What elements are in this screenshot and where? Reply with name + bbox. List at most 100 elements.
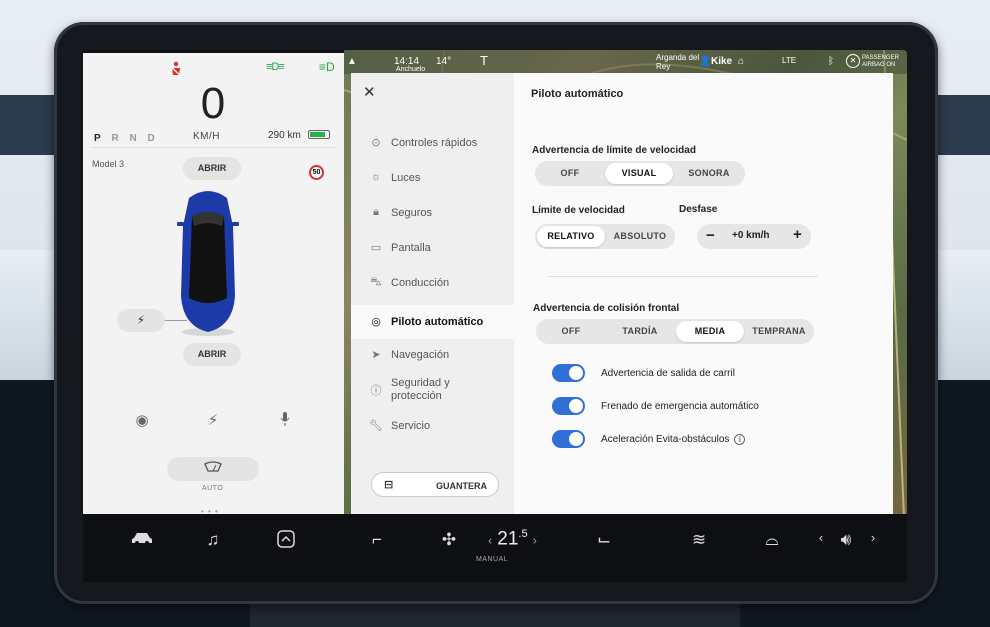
rear-defrost-icon[interactable]: ≋ [686, 530, 712, 550]
emergency-braking-label: Frenado de emergencia automático [601, 401, 759, 412]
outside-temperature: 14° [436, 56, 452, 67]
clock-location: Anchuelo [396, 66, 426, 73]
speed-limit-label: Límite de velocidad [532, 205, 625, 216]
open-trunk-button[interactable]: ABRIR [183, 343, 241, 366]
open-frunk-button[interactable]: ABRIR [183, 157, 241, 180]
lte-signal: LTE [782, 56, 797, 65]
offset-value: +0 km/h [732, 230, 770, 241]
charge-port-button[interactable]: ⚡ [117, 309, 165, 332]
autopilot-settings: Piloto automático Advertencia de límite … [514, 73, 893, 514]
app-launcher-icon[interactable] [273, 530, 299, 553]
divider [91, 147, 336, 148]
divider [548, 276, 818, 277]
range-value: 290 km [268, 130, 301, 141]
sidebar-item-service[interactable]: 🔧︎ Servicio [351, 411, 514, 441]
lock-icon: 🔒︎ [373, 206, 379, 218]
sidebar-item-quick-controls[interactable]: ⊙ Controles rápidos [351, 128, 514, 158]
driver-seat-heater-icon[interactable]: ⌐ [364, 530, 390, 550]
lane-departure-toggle[interactable] [552, 364, 585, 382]
passenger-seat-heater-icon[interactable]: ⌙ [591, 530, 617, 550]
sidebar-item-label: Seguridad y protección [391, 377, 450, 402]
lightning-icon[interactable]: ⚡ [203, 411, 223, 429]
speed-warning-option-sonora[interactable]: SONORA [675, 163, 743, 184]
glovebox-button[interactable]: ⊟ GUANTERA [371, 472, 499, 497]
temperature-down-icon[interactable]: ‹ [488, 533, 492, 547]
sidebar-item-label: Luces [391, 172, 421, 184]
offset-stepper: − +0 km/h + [697, 224, 811, 249]
obstacle-acceleration-toggle[interactable] [552, 430, 585, 448]
status-bar: ▲ 14:14 Anchuelo 14° T Arganda del Rey 👤… [344, 50, 907, 74]
speed-limit-sign: 50 [309, 165, 324, 180]
close-icon[interactable]: ✕ [363, 83, 376, 101]
fan-icon[interactable]: ✣ [436, 530, 462, 550]
decrease-offset-button[interactable]: − [706, 227, 715, 244]
music-icon[interactable]: ♫ [200, 530, 226, 550]
obstacle-acceleration-label: Aceleración Evita-obstáculos [601, 434, 730, 445]
collision-option-off[interactable]: OFF [538, 321, 604, 342]
speed-warning-option-off[interactable]: OFF [537, 163, 603, 184]
tesla-logo-icon[interactable]: T [480, 53, 488, 68]
sidebar-item-label: Controles rápidos [391, 137, 478, 149]
speed-limit-selector: RELATIVO ABSOLUTO [535, 224, 675, 249]
sidebar-item-lights[interactable]: ☼ Luces [351, 163, 514, 193]
driver-profile-icon[interactable]: 👤 [699, 56, 711, 67]
temperature-control[interactable]: ‹ 21.5 › [488, 528, 537, 550]
front-defrost-icon[interactable]: ⌓ [759, 530, 785, 550]
car-controls-icon[interactable] [129, 530, 155, 550]
passenger-airbag-status: PASSENGER AIRBAG ON [862, 55, 899, 68]
wiper-mode-label: AUTO [202, 485, 224, 492]
battery-icon [308, 130, 330, 139]
sidebar-item-label: Seguros [391, 207, 432, 219]
sidebar-item-locks[interactable]: 🔒︎ Seguros [351, 198, 514, 228]
gear-park: P [94, 133, 105, 144]
sidebar-item-driving[interactable]: ⛍ Conducción [351, 268, 514, 298]
obstacle-acceleration-row: Aceleración Evita-obstáculos i [601, 434, 746, 445]
glovebox-label: GUANTERA [436, 481, 487, 491]
sidebar-item-safety[interactable]: ⓘ Seguridad y protección [351, 374, 481, 404]
fog-lights-icon: ≡D≡ [266, 61, 285, 73]
info-icon[interactable]: i [734, 434, 746, 445]
glovebox-icon: ⊟ [384, 479, 394, 491]
touchscreen: ≡D≡ ≡D 0 KM/H P R N D 290 km Model 3 ABR… [83, 50, 907, 582]
increase-offset-button[interactable]: + [793, 226, 802, 243]
wrench-icon: 🔧︎ [369, 420, 383, 432]
speed-warning-selector: OFF VISUAL SONORA [535, 161, 745, 186]
sidebar-item-label: Piloto automático [391, 316, 484, 328]
camera-icon[interactable]: ◉ [132, 411, 152, 429]
page-title: Piloto automático [531, 88, 624, 100]
collision-option-late[interactable]: TARDÍA [606, 321, 674, 342]
speed-limit-option-relative[interactable]: RELATIVO [537, 226, 605, 247]
settings-modal: ✕ ⊙ Controles rápidos ☼ Luces 🔒︎ Seguros… [351, 73, 893, 514]
collision-option-early[interactable]: TEMPRANA [746, 321, 812, 342]
home-icon[interactable]: ⌂ [738, 56, 744, 67]
speed-unit: KM/H [193, 131, 220, 142]
microphone-icon[interactable] [275, 411, 295, 431]
lane-departure-label: Advertencia de salida de carril [601, 368, 735, 379]
speed-warning-option-visual[interactable]: VISUAL [605, 163, 673, 184]
sidebar-item-autopilot[interactable]: ◎ Piloto automático [351, 305, 514, 339]
volume-down-icon[interactable]: ‹ [808, 530, 834, 545]
speed-limit-option-absolute[interactable]: ABSOLUTO [607, 226, 673, 247]
emergency-braking-toggle[interactable] [552, 397, 585, 415]
charge-port-line [165, 320, 187, 321]
seatbelt-warning-icon [169, 61, 183, 77]
location-label: Arganda del Rey [656, 53, 700, 71]
sidebar-item-label: Navegación [391, 349, 450, 361]
collision-option-medium[interactable]: MEDIA [676, 321, 744, 342]
collision-warning-selector: OFF TARDÍA MEDIA TEMPRANA [536, 319, 814, 344]
temperature-up-icon[interactable]: › [533, 533, 537, 547]
light-icon: ☼ [370, 171, 382, 183]
sidebar-item-navigation[interactable]: ➤ Navegación [351, 340, 514, 370]
volume-icon[interactable]: 🔊︎ [833, 530, 859, 550]
sidebar-item-display[interactable]: ▭ Pantalla [351, 233, 514, 263]
collision-warning-label: Advertencia de colisión frontal [533, 303, 680, 314]
screen-stand [250, 600, 740, 627]
wiper-button[interactable] [167, 457, 259, 481]
gear-selector: P R N D [94, 133, 159, 144]
settings-sidebar: ✕ ⊙ Controles rápidos ☼ Luces 🔒︎ Seguros… [351, 73, 514, 514]
bluetooth-icon[interactable]: ᛒ [828, 56, 834, 67]
temperature-decimal: .5 [518, 528, 528, 540]
volume-up-icon[interactable]: › [860, 530, 886, 545]
sidebar-item-label: Servicio [391, 420, 431, 432]
driver-profile-name[interactable]: Kike [711, 56, 732, 67]
